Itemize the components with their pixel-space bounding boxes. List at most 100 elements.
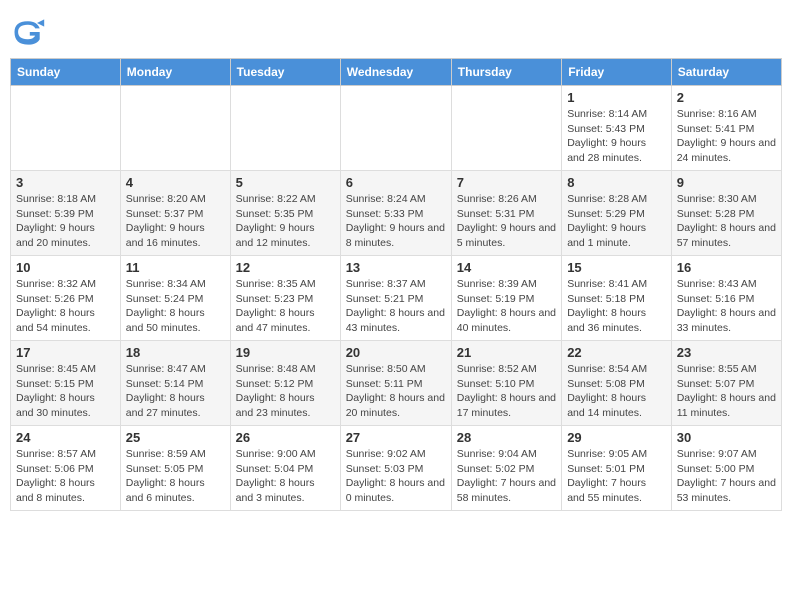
calendar-header-thursday: Thursday [451, 59, 561, 86]
calendar-header-row: SundayMondayTuesdayWednesdayThursdayFrid… [11, 59, 782, 86]
day-number: 30 [677, 430, 776, 445]
day-number: 19 [236, 345, 335, 360]
calendar-cell: 6 Sunrise: 8:24 AMSunset: 5:33 PMDaylight… [340, 171, 451, 256]
calendar-header-sunday: Sunday [11, 59, 121, 86]
calendar-cell: 13Sunrise: 8:37 AMSunset: 5:21 PMDayligh… [340, 256, 451, 341]
day-info: Sunrise: 8:28 AMSunset: 5:29 PMDaylight:… [567, 192, 666, 251]
day-number: 28 [457, 430, 556, 445]
day-info: Sunrise: 8:22 AMSunset: 5:35 PMDaylight:… [236, 192, 335, 251]
day-number: 16 [677, 260, 776, 275]
day-number: 21 [457, 345, 556, 360]
day-info: Sunrise: 8:14 AMSunset: 5:43 PMDaylight:… [567, 107, 666, 166]
day-info: Sunrise: 8:59 AMSunset: 5:05 PMDaylight:… [126, 447, 225, 506]
day-number: 26 [236, 430, 335, 445]
calendar-cell: 1 Sunrise: 8:14 AMSunset: 5:43 PMDaylight… [562, 86, 672, 171]
calendar-week-row: 10 Sunrise: 8:32 AMSunset: 5:26 PMDayligh… [11, 256, 782, 341]
calendar-cell: 20 Sunrise: 8:50 AMSunset: 5:11 PMDayligh… [340, 341, 451, 426]
day-number: 15 [567, 260, 666, 275]
day-info: Sunrise: 8:20 AMSunset: 5:37 PMDaylight:… [126, 192, 225, 251]
day-info: Sunrise: 8:50 AMSunset: 5:11 PMDaylight:… [346, 362, 446, 421]
day-info: Sunrise: 8:16 AMSunset: 5:41 PMDaylight:… [677, 107, 776, 166]
day-info: Sunrise: 8:55 AMSunset: 5:07 PMDaylight:… [677, 362, 776, 421]
day-info: Sunrise: 9:07 AMSunset: 5:00 PMDaylight:… [677, 447, 776, 506]
day-info: Sunrise: 9:04 AMSunset: 5:02 PMDaylight:… [457, 447, 556, 506]
calendar-cell [11, 86, 121, 171]
calendar-cell: 25 Sunrise: 8:59 AMSunset: 5:05 PMDayligh… [120, 426, 230, 511]
day-info: Sunrise: 9:00 AMSunset: 5:04 PMDaylight:… [236, 447, 335, 506]
logo-icon [10, 14, 46, 50]
day-number: 23 [677, 345, 776, 360]
day-info: Sunrise: 8:18 AMSunset: 5:39 PMDaylight:… [16, 192, 115, 251]
day-info: Sunrise: 8:24 AMSunset: 5:33 PMDaylight:… [346, 192, 446, 251]
calendar-header-tuesday: Tuesday [230, 59, 340, 86]
day-info: Sunrise: 8:47 AMSunset: 5:14 PMDaylight:… [126, 362, 225, 421]
day-number: 11 [126, 260, 225, 275]
calendar-cell: 23 Sunrise: 8:55 AMSunset: 5:07 PMDayligh… [671, 341, 781, 426]
logo [10, 14, 50, 50]
day-info: Sunrise: 8:43 AMSunset: 5:16 PMDaylight:… [677, 277, 776, 336]
day-number: 7 [457, 175, 556, 190]
day-info: Sunrise: 8:34 AMSunset: 5:24 PMDaylight:… [126, 277, 225, 336]
page-header [10, 10, 782, 50]
day-info: Sunrise: 8:39 AMSunset: 5:19 PMDaylight:… [457, 277, 556, 336]
calendar-cell: 5 Sunrise: 8:22 AMSunset: 5:35 PMDaylight… [230, 171, 340, 256]
day-info: Sunrise: 8:54 AMSunset: 5:08 PMDaylight:… [567, 362, 666, 421]
calendar-week-row: 17 Sunrise: 8:45 AMSunset: 5:15 PMDayligh… [11, 341, 782, 426]
calendar-cell: 26 Sunrise: 9:00 AMSunset: 5:04 PMDayligh… [230, 426, 340, 511]
day-number: 2 [677, 90, 776, 105]
calendar-cell: 18 Sunrise: 8:47 AMSunset: 5:14 PMDayligh… [120, 341, 230, 426]
calendar-cell: 3 Sunrise: 8:18 AMSunset: 5:39 PMDaylight… [11, 171, 121, 256]
day-number: 5 [236, 175, 335, 190]
day-number: 27 [346, 430, 446, 445]
calendar-cell: 11 Sunrise: 8:34 AMSunset: 5:24 PMDayligh… [120, 256, 230, 341]
calendar-cell: 14 Sunrise: 8:39 AMSunset: 5:19 PMDayligh… [451, 256, 561, 341]
calendar-cell: 2 Sunrise: 8:16 AMSunset: 5:41 PMDaylight… [671, 86, 781, 171]
day-info: Sunrise: 8:45 AMSunset: 5:15 PMDaylight:… [16, 362, 115, 421]
day-info: Sunrise: 8:32 AMSunset: 5:26 PMDaylight:… [16, 277, 115, 336]
calendar-cell [230, 86, 340, 171]
day-number: 6 [346, 175, 446, 190]
day-info: Sunrise: 8:30 AMSunset: 5:28 PMDaylight:… [677, 192, 776, 251]
calendar-cell: 28 Sunrise: 9:04 AMSunset: 5:02 PMDayligh… [451, 426, 561, 511]
day-info: Sunrise: 9:05 AMSunset: 5:01 PMDaylight:… [567, 447, 666, 506]
day-number: 1 [567, 90, 666, 105]
calendar-cell: 22 Sunrise: 8:54 AMSunset: 5:08 PMDayligh… [562, 341, 672, 426]
calendar-week-row: 24Sunrise: 8:57 AMSunset: 5:06 PMDayligh… [11, 426, 782, 511]
day-number: 18 [126, 345, 225, 360]
calendar-cell: 30 Sunrise: 9:07 AMSunset: 5:00 PMDayligh… [671, 426, 781, 511]
calendar-cell: 17 Sunrise: 8:45 AMSunset: 5:15 PMDayligh… [11, 341, 121, 426]
day-number: 9 [677, 175, 776, 190]
calendar-cell: 15 Sunrise: 8:41 AMSunset: 5:18 PMDayligh… [562, 256, 672, 341]
calendar-cell: 29Sunrise: 9:05 AMSunset: 5:01 PMDayligh… [562, 426, 672, 511]
day-info: Sunrise: 8:41 AMSunset: 5:18 PMDaylight:… [567, 277, 666, 336]
day-info: Sunrise: 8:26 AMSunset: 5:31 PMDaylight:… [457, 192, 556, 251]
calendar-cell [451, 86, 561, 171]
day-number: 14 [457, 260, 556, 275]
day-number: 17 [16, 345, 115, 360]
day-info: Sunrise: 8:52 AMSunset: 5:10 PMDaylight:… [457, 362, 556, 421]
calendar-header-wednesday: Wednesday [340, 59, 451, 86]
day-info: Sunrise: 8:35 AMSunset: 5:23 PMDaylight:… [236, 277, 335, 336]
day-number: 12 [236, 260, 335, 275]
calendar-cell [340, 86, 451, 171]
calendar-cell: 8Sunrise: 8:28 AMSunset: 5:29 PMDaylight… [562, 171, 672, 256]
calendar-header-monday: Monday [120, 59, 230, 86]
calendar-cell: 7 Sunrise: 8:26 AMSunset: 5:31 PMDaylight… [451, 171, 561, 256]
day-number: 10 [16, 260, 115, 275]
calendar-cell: 12 Sunrise: 8:35 AMSunset: 5:23 PMDayligh… [230, 256, 340, 341]
calendar-cell: 9 Sunrise: 8:30 AMSunset: 5:28 PMDaylight… [671, 171, 781, 256]
calendar-header-friday: Friday [562, 59, 672, 86]
calendar-body: 1 Sunrise: 8:14 AMSunset: 5:43 PMDaylight… [11, 86, 782, 511]
day-number: 4 [126, 175, 225, 190]
calendar-week-row: 1 Sunrise: 8:14 AMSunset: 5:43 PMDaylight… [11, 86, 782, 171]
day-number: 20 [346, 345, 446, 360]
day-number: 25 [126, 430, 225, 445]
day-info: Sunrise: 8:48 AMSunset: 5:12 PMDaylight:… [236, 362, 335, 421]
day-number: 13 [346, 260, 446, 275]
calendar-table: SundayMondayTuesdayWednesdayThursdayFrid… [10, 58, 782, 511]
day-number: 22 [567, 345, 666, 360]
calendar-cell: 4 Sunrise: 8:20 AMSunset: 5:37 PMDaylight… [120, 171, 230, 256]
day-info: Sunrise: 9:02 AMSunset: 5:03 PMDaylight:… [346, 447, 446, 506]
day-number: 3 [16, 175, 115, 190]
calendar-cell: 21 Sunrise: 8:52 AMSunset: 5:10 PMDayligh… [451, 341, 561, 426]
